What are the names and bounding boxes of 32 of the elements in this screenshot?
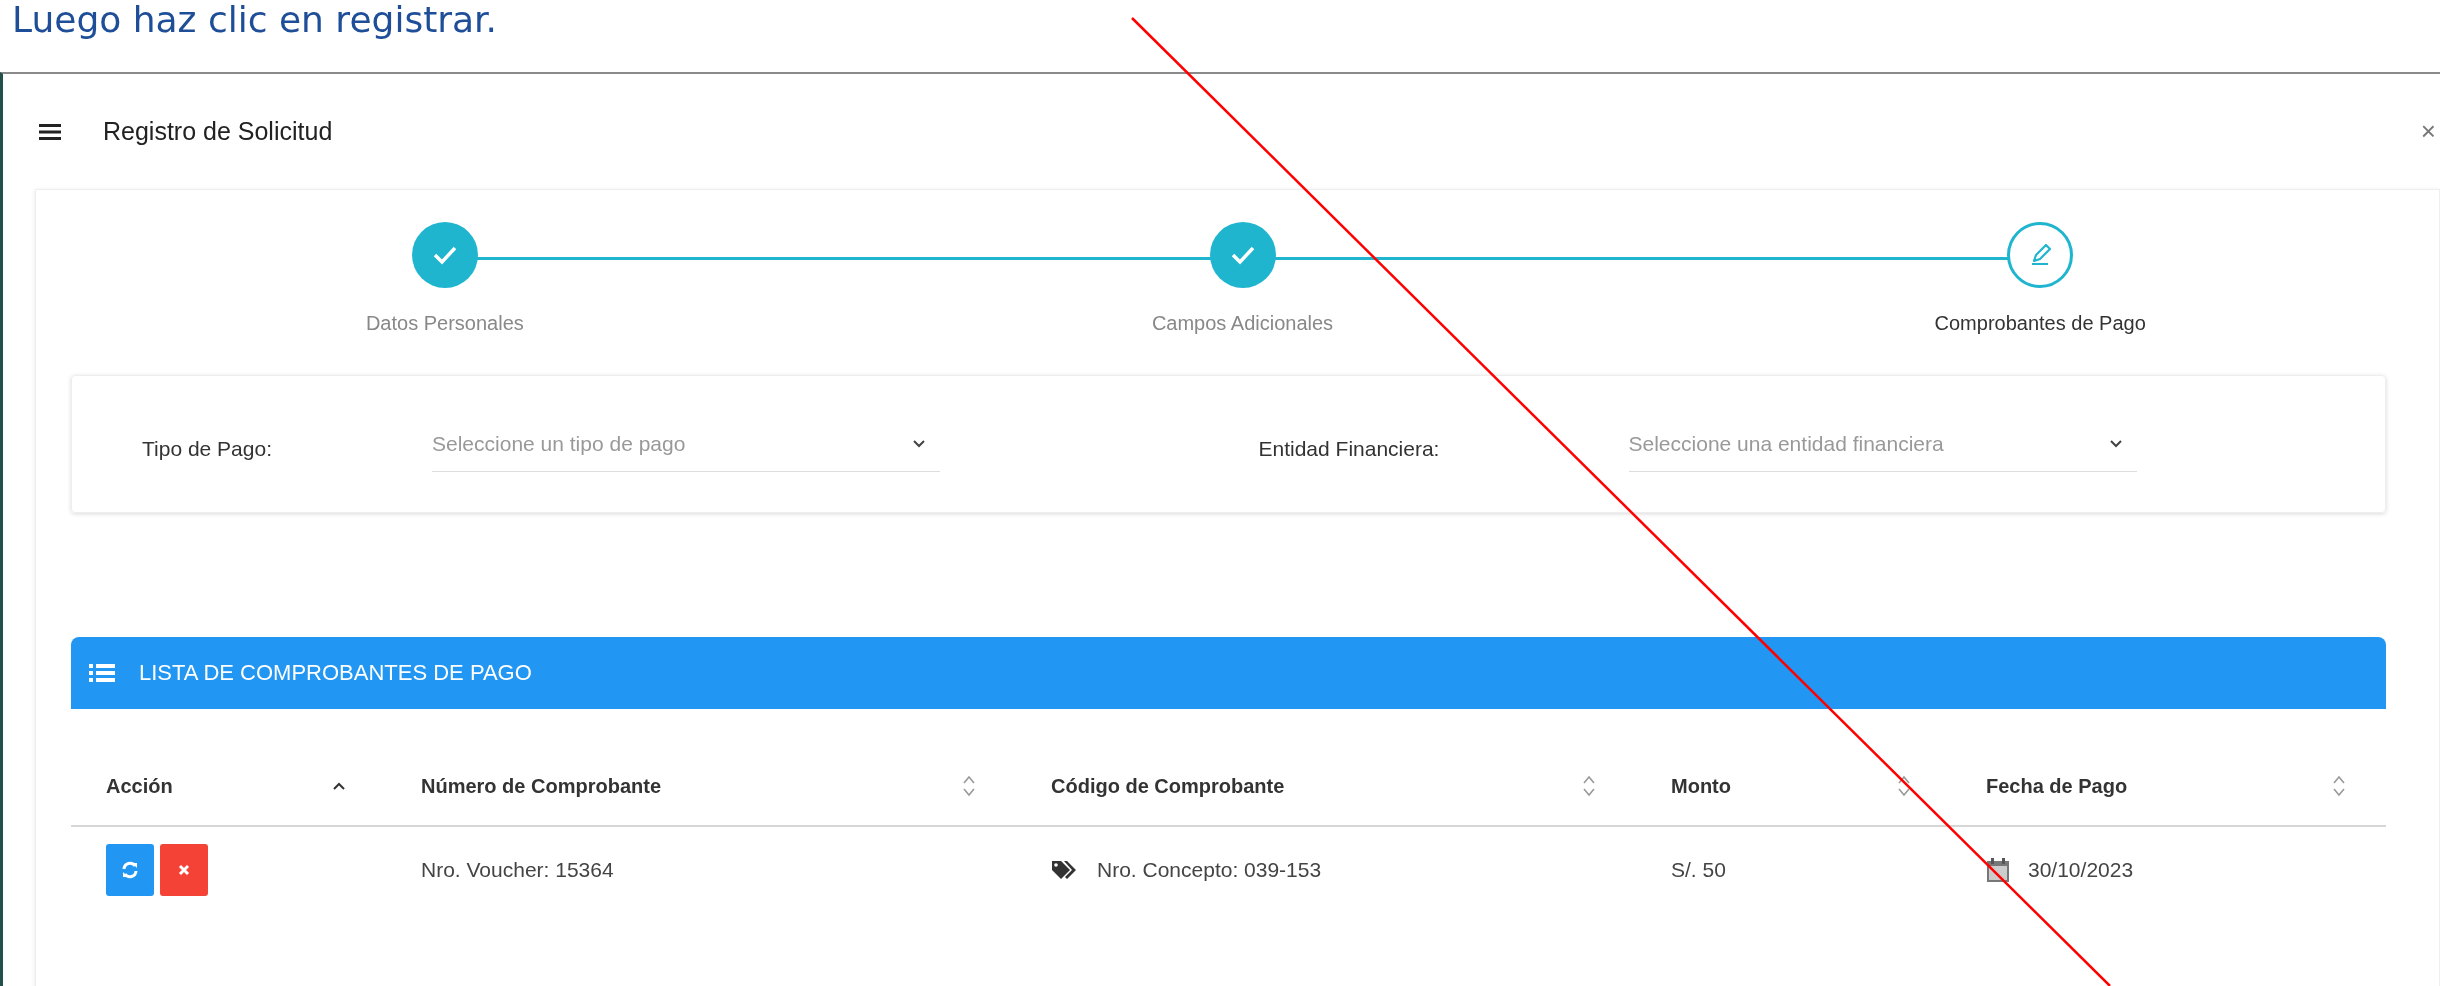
table-cell: 30/10/2023: [2028, 858, 2134, 882]
table-cell: S/. 50: [1671, 858, 1726, 882]
step-label: Datos Personales: [365, 312, 524, 335]
instruction-text: Luego haz clic en registrar.: [11, 0, 499, 42]
step-label: Comprobantes de Pago: [1934, 312, 2146, 335]
column-header[interactable]: Fecha de Pago: [1986, 774, 2128, 798]
step-label: Campos Adicionales: [1151, 312, 1334, 335]
sort-icon[interactable]: [962, 774, 976, 798]
sort-icon[interactable]: [2332, 774, 2346, 798]
chevron-down-icon[interactable]: [912, 438, 926, 449]
column-header[interactable]: Código de Comprobante: [1051, 774, 1285, 798]
refresh-icon[interactable]: [120, 860, 140, 880]
sort-icon[interactable]: [1582, 774, 1596, 798]
table-cell: Nro. Concepto: 039-153: [1097, 858, 1322, 882]
sort-icon[interactable]: [1897, 774, 1911, 798]
refresh-button[interactable]: [106, 844, 154, 896]
tags-icon: [1051, 859, 1079, 881]
column-header[interactable]: Acción: [106, 774, 173, 798]
list-icon: [89, 663, 115, 683]
table-cell: Nro. Voucher: 15364: [421, 858, 614, 882]
table-title: LISTA DE COMPROBANTES DE PAGO: [139, 660, 532, 686]
column-header[interactable]: Monto: [1671, 774, 1731, 798]
menu-icon[interactable]: [39, 122, 61, 141]
chevron-down-icon[interactable]: [2108, 438, 2123, 449]
close-button[interactable]: ×: [2420, 116, 2436, 147]
dialog-title: Registro de Solicitud: [103, 117, 333, 146]
x-icon[interactable]: [177, 863, 191, 877]
sort-ascending-icon[interactable]: [332, 781, 346, 791]
field-label: Entidad Financiera:: [1258, 436, 1441, 461]
delete-button[interactable]: [160, 844, 208, 896]
column-header[interactable]: Número de Comprobante: [421, 774, 662, 798]
field-label: Tipo de Pago:: [141, 436, 273, 461]
